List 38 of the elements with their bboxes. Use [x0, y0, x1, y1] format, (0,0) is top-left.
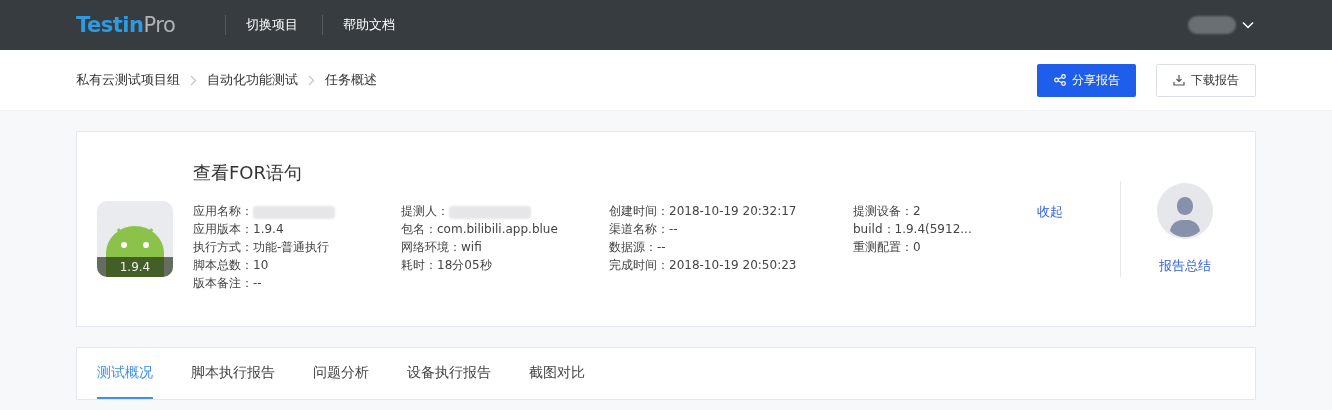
report-summary-link[interactable]: 报告总结: [1159, 257, 1211, 275]
info-field: 耗时：18分05秒: [401, 257, 492, 273]
nav-link[interactable]: 帮助文档: [343, 16, 396, 34]
info-field: 脚本总数：10: [193, 257, 269, 273]
breadcrumb-link[interactable]: 私有云测试项目组: [76, 71, 180, 89]
breadcrumb-link[interactable]: 任务概述: [325, 71, 377, 89]
info-field: 创建时间：2018-10-19 20:32:17: [609, 203, 797, 219]
logo[interactable]: TestinPro: [76, 13, 176, 37]
task-title: 查看FOR语句: [193, 161, 304, 185]
download-button[interactable]: 下载报告: [1156, 63, 1256, 97]
info-field: 应用版本：1.9.4: [193, 221, 284, 237]
breadcrumb-link[interactable]: 自动化功能测试: [207, 71, 298, 89]
tab[interactable]: 截图对比: [529, 348, 585, 399]
version-badge: 1.9.4: [97, 257, 173, 277]
info-field: 完成时间：2018-10-19 20:50:23: [609, 257, 797, 273]
info-field: 数据源：--: [609, 239, 666, 255]
tab[interactable]: 设备执行报告: [407, 348, 491, 399]
info-field: 渠道名称：--: [609, 221, 678, 237]
info-field: 重测配置：0: [853, 239, 921, 255]
info-field-label: 应用名称：: [193, 203, 253, 219]
info-field: 提测设备：2: [853, 203, 921, 219]
info-field: build：1.9.4(5912...: [853, 221, 972, 237]
share-icon: [1053, 74, 1066, 86]
caret-icon[interactable]: [1242, 21, 1254, 29]
info-field: 网络环境：wifi: [401, 239, 482, 255]
chevron-right-icon: [308, 74, 315, 86]
user-avatar-icon: [1157, 183, 1213, 239]
info-field-label: 提测人：: [401, 203, 449, 219]
download-icon: [1173, 74, 1185, 86]
info-field: 版本备注：--: [193, 275, 262, 291]
info-field: 包名：com.bilibili.app.blue: [401, 221, 558, 237]
info-field: 执行方式：功能-普通执行: [193, 239, 330, 255]
nav-link[interactable]: 切换项目: [246, 16, 299, 34]
chevron-right-icon: [190, 74, 197, 86]
tab[interactable]: 脚本执行报告: [191, 348, 275, 399]
collapse-link[interactable]: 收起: [1037, 203, 1063, 221]
tab[interactable]: 问题分析: [313, 348, 369, 399]
share-button[interactable]: 分享报告: [1037, 63, 1136, 97]
